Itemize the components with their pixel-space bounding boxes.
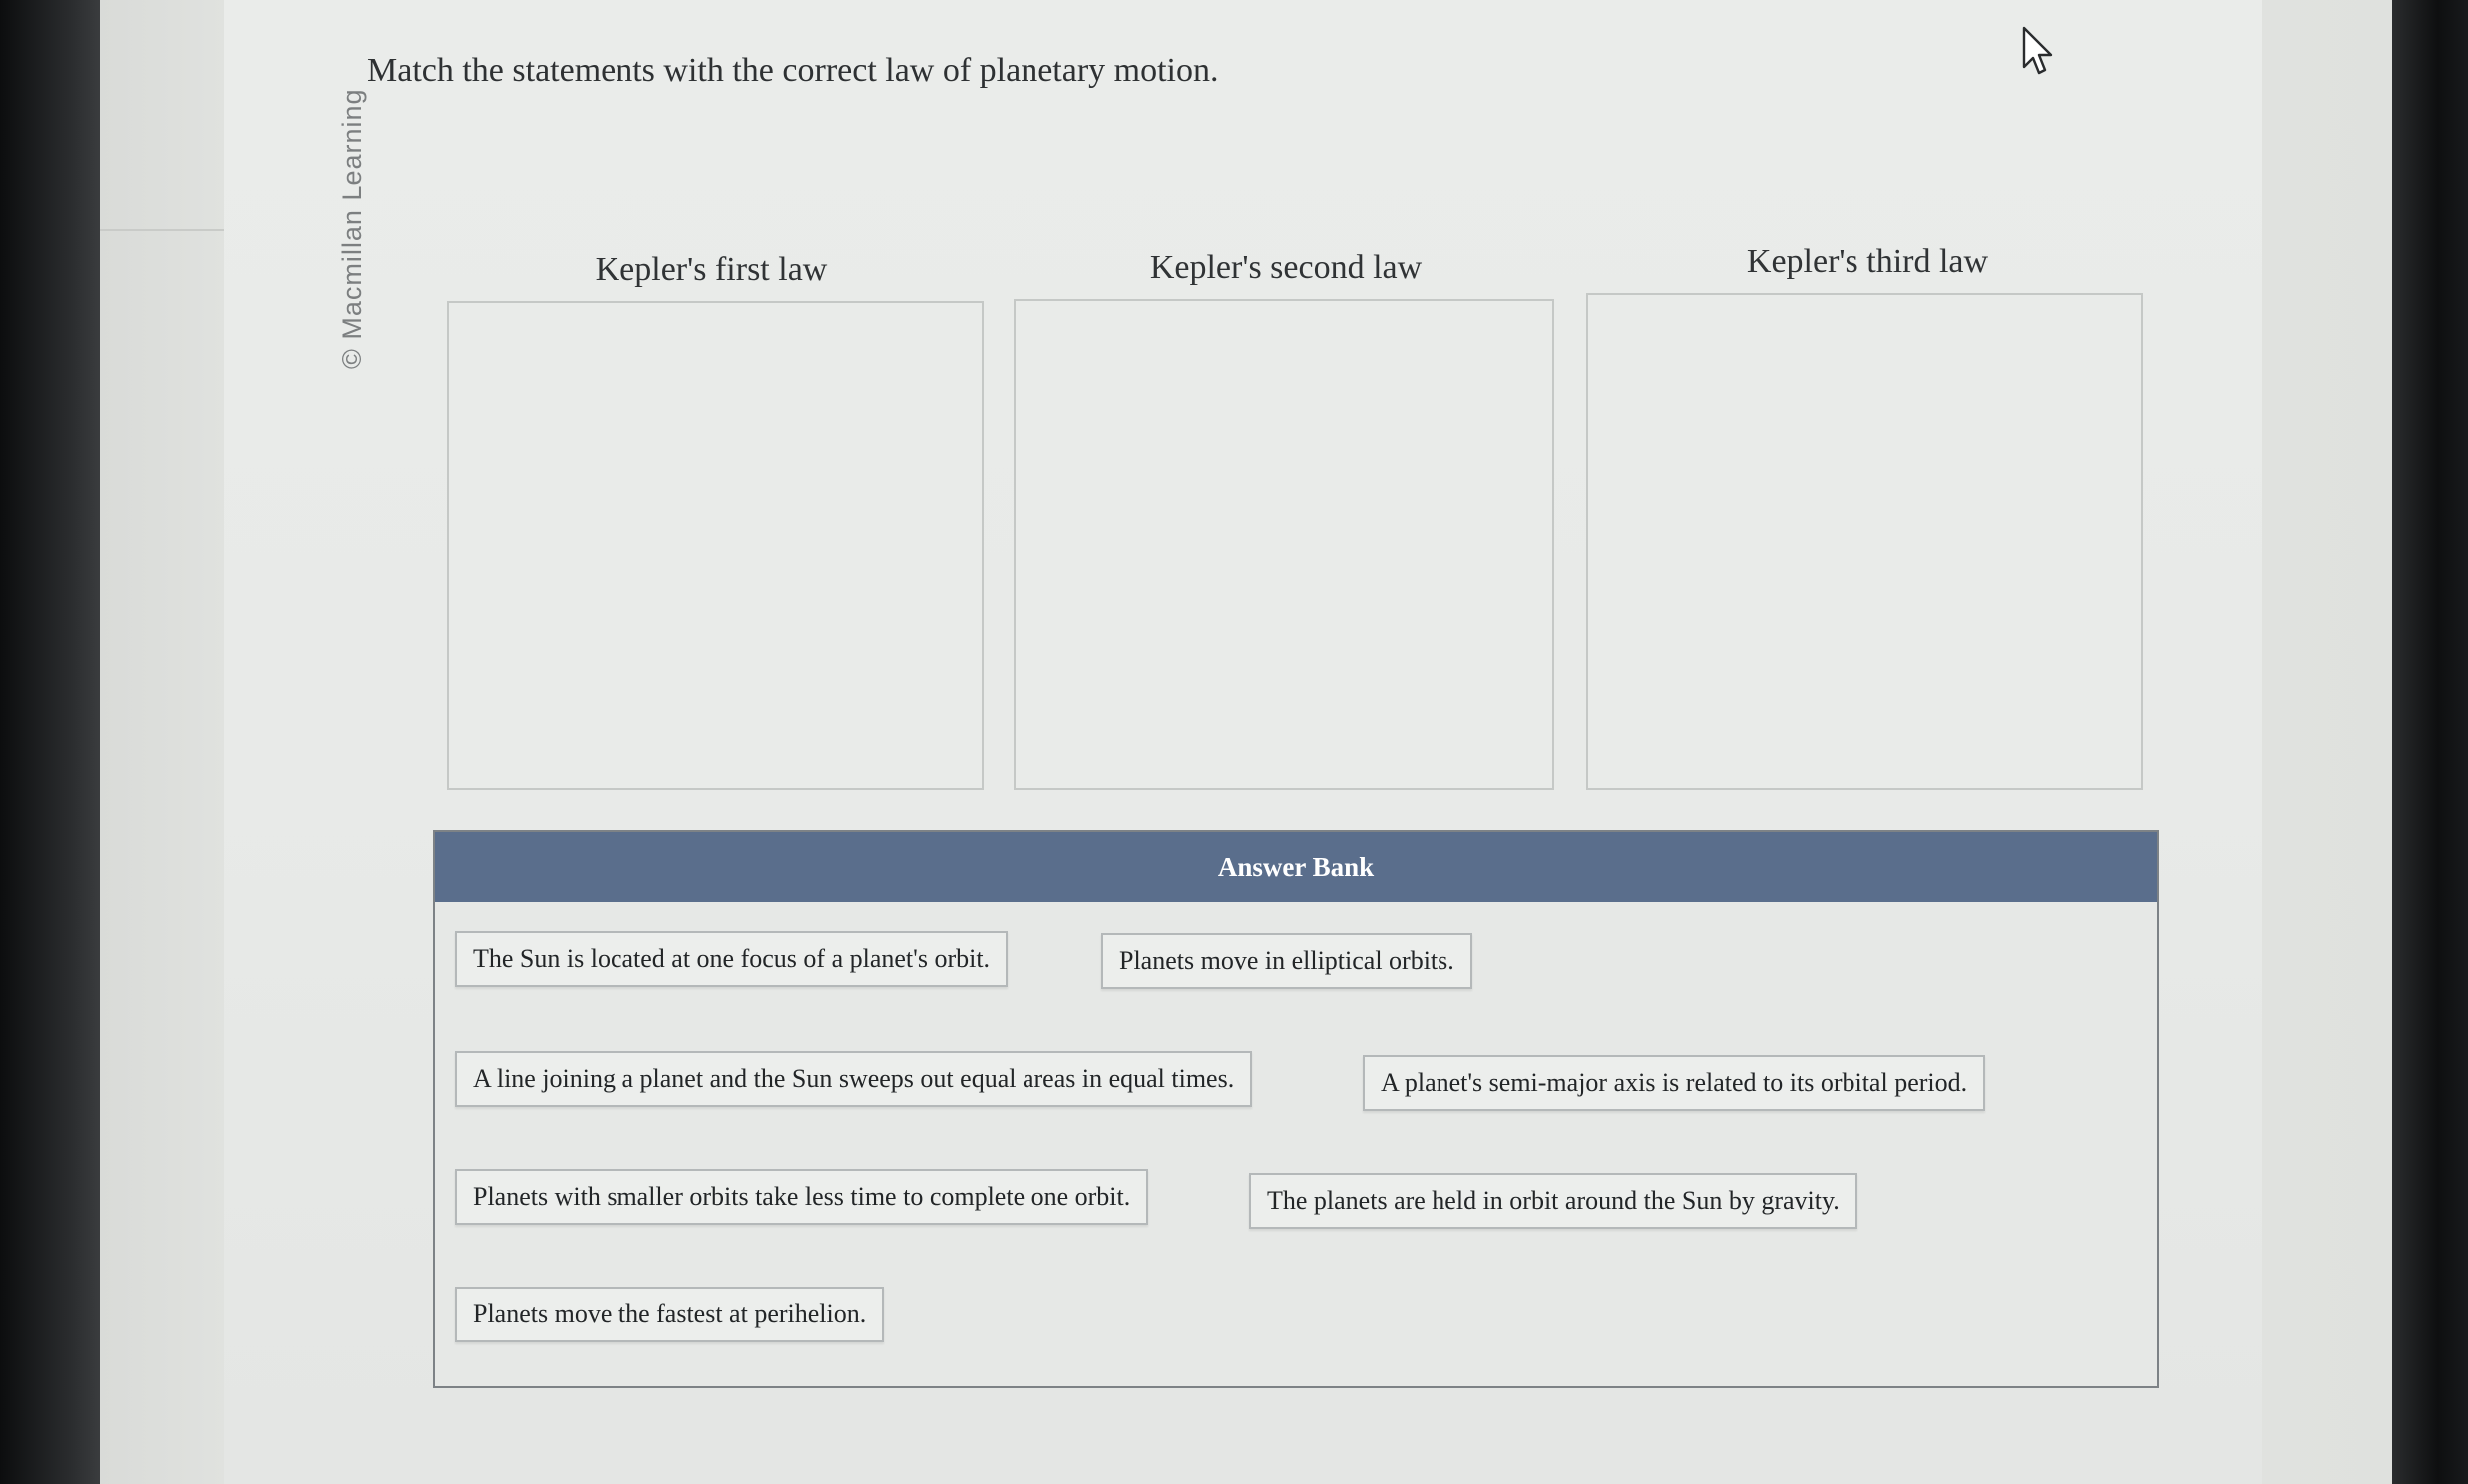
drop-zone-first-law[interactable]	[447, 301, 984, 790]
column-title-second-law: Kepler's second law	[1149, 249, 1423, 286]
monitor-bezel-right	[2392, 0, 2468, 1484]
drop-zone-second-law[interactable]	[1014, 299, 1554, 790]
monitor-bezel-left	[0, 0, 100, 1484]
answer-chip[interactable]: A planet's semi-major axis is related to…	[1363, 1055, 1986, 1111]
answer-chip[interactable]: The planets are held in orbit around the…	[1249, 1173, 1857, 1229]
copyright-watermark: © Macmillan Learning	[337, 88, 367, 369]
answer-chip[interactable]: The Sun is located at one focus of a pla…	[455, 931, 1009, 987]
answer-chip[interactable]: Planets with smaller orbits take less ti…	[455, 1169, 1149, 1225]
question-prompt: Match the statements with the correct la…	[367, 52, 1219, 89]
answer-bank: Answer Bank The Sun is located at one fo…	[433, 830, 2159, 1388]
column-title-first-law: Kepler's first law	[595, 251, 828, 288]
drop-zone-third-law[interactable]	[1586, 293, 2143, 790]
answer-chip[interactable]: Planets move the fastest at perihelion.	[455, 1287, 885, 1342]
answer-chip[interactable]: A line joining a planet and the Sun swee…	[455, 1051, 1253, 1107]
answer-bank-header: Answer Bank	[435, 832, 2157, 902]
answer-chip[interactable]: Planets move in elliptical orbits.	[1101, 933, 1472, 989]
mouse-pointer-icon	[2022, 26, 2053, 75]
column-title-third-law: Kepler's third law	[1746, 243, 1989, 280]
